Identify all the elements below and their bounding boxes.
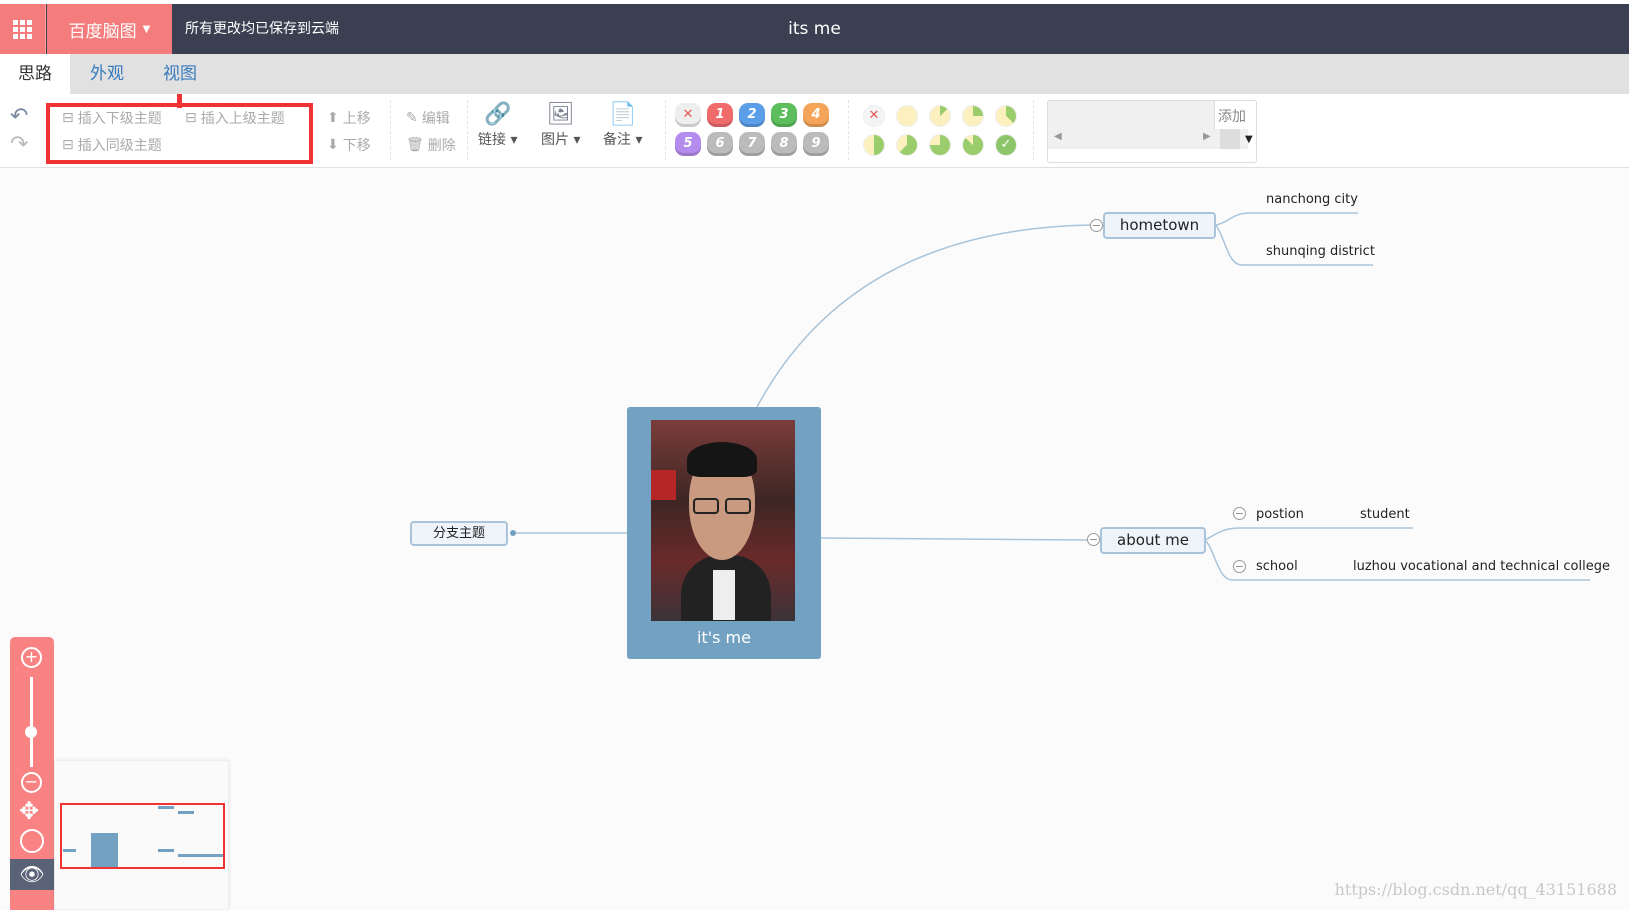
locate-icon[interactable] [20, 829, 44, 853]
leaf-school[interactable]: school [1256, 559, 1298, 574]
photo-glasses-left [693, 498, 719, 514]
minimap-viewport[interactable] [60, 803, 225, 869]
zoom-slider-handle[interactable] [25, 726, 37, 738]
collapse-about-icon[interactable] [1087, 533, 1100, 546]
hometown-node[interactable]: hometown [1103, 212, 1216, 239]
minimap-node [178, 854, 223, 857]
leaf-position[interactable]: postion [1256, 507, 1304, 522]
watermark: https://blog.csdn.net/qq_43151688 [1334, 880, 1617, 899]
leaf-nanchong[interactable]: nanchong city [1266, 192, 1358, 207]
minimap-node [158, 849, 174, 852]
minimap-node [158, 806, 174, 809]
minimap-root [91, 833, 118, 867]
root-node-label: it's me [697, 628, 751, 647]
photo-collar [713, 570, 735, 620]
leaf-shunqing[interactable]: shunqing district [1266, 244, 1375, 259]
eye-icon[interactable]: 👁 [10, 859, 54, 890]
zoom-out-icon[interactable]: − [21, 772, 42, 793]
branch-node[interactable]: 分支主题 [410, 521, 508, 546]
collapse-school-icon[interactable] [1233, 560, 1246, 573]
zoom-slider[interactable] [30, 677, 33, 767]
photo-banner [651, 470, 676, 500]
minimap-node [63, 849, 76, 852]
zoom-panel: + − ✥ 👁 [10, 637, 54, 910]
collapse-hometown-icon[interactable] [1090, 219, 1103, 232]
zoom-in-icon[interactable]: + [21, 647, 42, 668]
root-node-photo [651, 420, 795, 621]
photo-glasses-right [725, 498, 751, 514]
minimap[interactable] [54, 760, 229, 910]
collapse-position-icon[interactable] [1233, 507, 1246, 520]
leaf-college[interactable]: luzhou vocational and technical college [1353, 559, 1610, 574]
move-icon[interactable]: ✥ [19, 797, 39, 825]
minimap-node [178, 811, 194, 814]
about-me-node[interactable]: about me [1100, 527, 1206, 554]
photo-hair [687, 442, 757, 477]
leaf-student[interactable]: student [1360, 507, 1410, 522]
